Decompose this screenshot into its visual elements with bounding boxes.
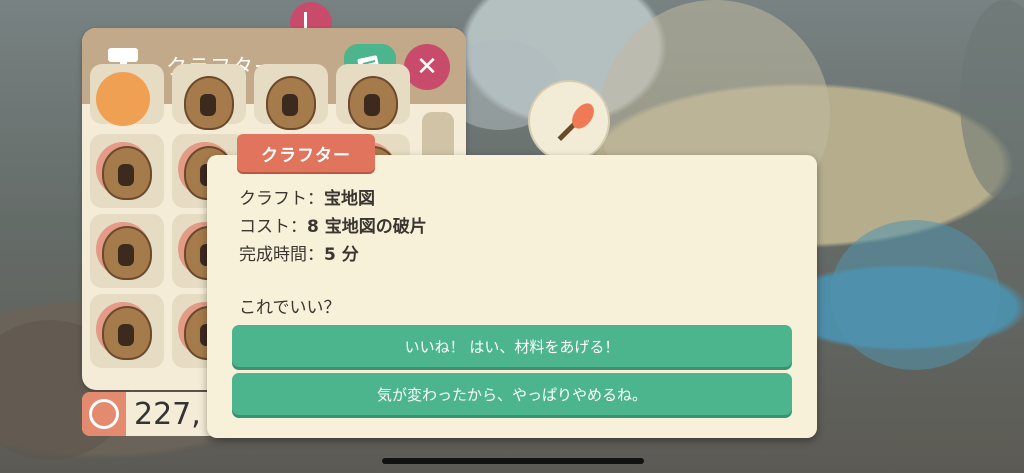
recipe-slot[interactable] — [254, 64, 328, 130]
bug-net-icon — [534, 86, 604, 156]
dialog-speaker-name: クラフター — [261, 145, 351, 166]
recipe-slot[interactable] — [172, 64, 246, 130]
craft-value: 宝地図 — [324, 189, 375, 209]
treasure-map-slot[interactable] — [90, 134, 164, 208]
recipe-slot[interactable] — [336, 64, 410, 130]
dialog-speaker-tag: クラフター — [237, 134, 375, 172]
craft-info: クラフト： 宝地図 コスト： 8 宝地図の破片 完成時間： 5 分 — [239, 185, 427, 269]
treasure-map-slot[interactable] — [90, 214, 164, 288]
confirm-craft-button[interactable]: いいね！ はい、材料をあげる！ — [232, 325, 792, 367]
crafted-item-bubble — [528, 80, 610, 162]
treasure-map-slot[interactable] — [90, 294, 164, 368]
bells-counter: 227, — [82, 392, 222, 436]
recipe-slot[interactable] — [90, 64, 164, 126]
cost-label: コスト： — [239, 217, 307, 237]
close-icon: ✕ — [416, 52, 438, 82]
craft-confirm-dialog: クラフト： 宝地図 コスト： 8 宝地図の破片 完成時間： 5 分 これでいい？… — [207, 155, 817, 438]
craft-label: クラフト： — [239, 189, 324, 209]
bells-icon — [82, 392, 126, 436]
close-button[interactable]: ✕ — [404, 44, 450, 90]
time-label: 完成時間： — [239, 245, 324, 265]
cost-value: 8 宝地図の破片 — [307, 217, 427, 237]
time-value: 5 分 — [324, 245, 359, 265]
bells-value: 227, — [134, 396, 201, 432]
confirm-question: これでいい？ — [239, 298, 341, 318]
cancel-craft-button[interactable]: 気が変わったから、やっぱりやめるね。 — [232, 373, 792, 415]
home-indicator[interactable] — [382, 458, 644, 464]
